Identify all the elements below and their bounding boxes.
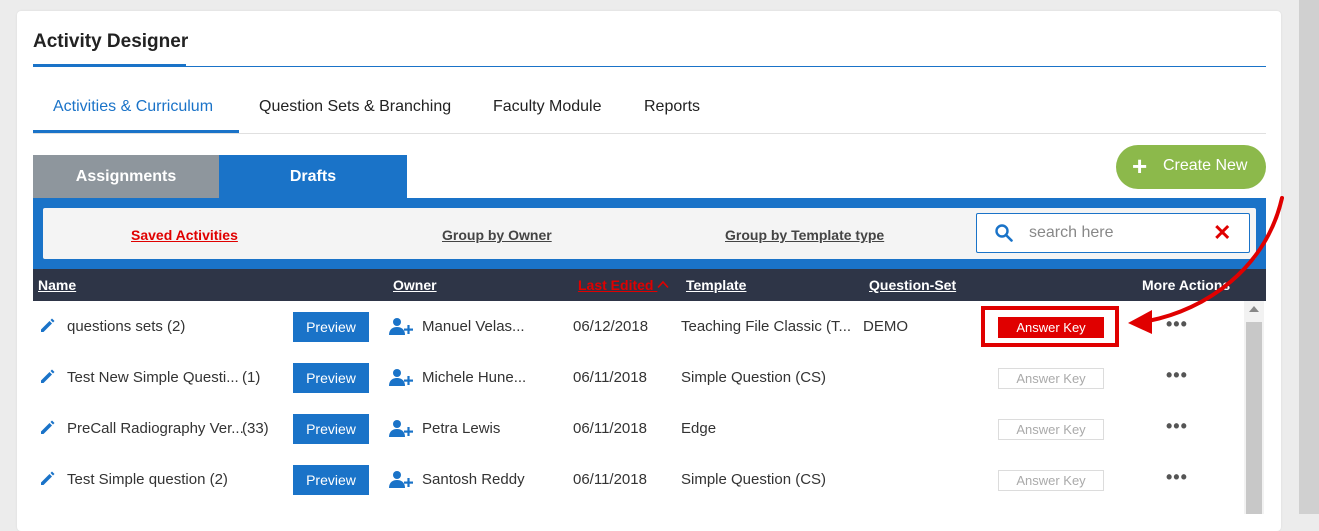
- callout-arrow-icon: [1128, 196, 1284, 334]
